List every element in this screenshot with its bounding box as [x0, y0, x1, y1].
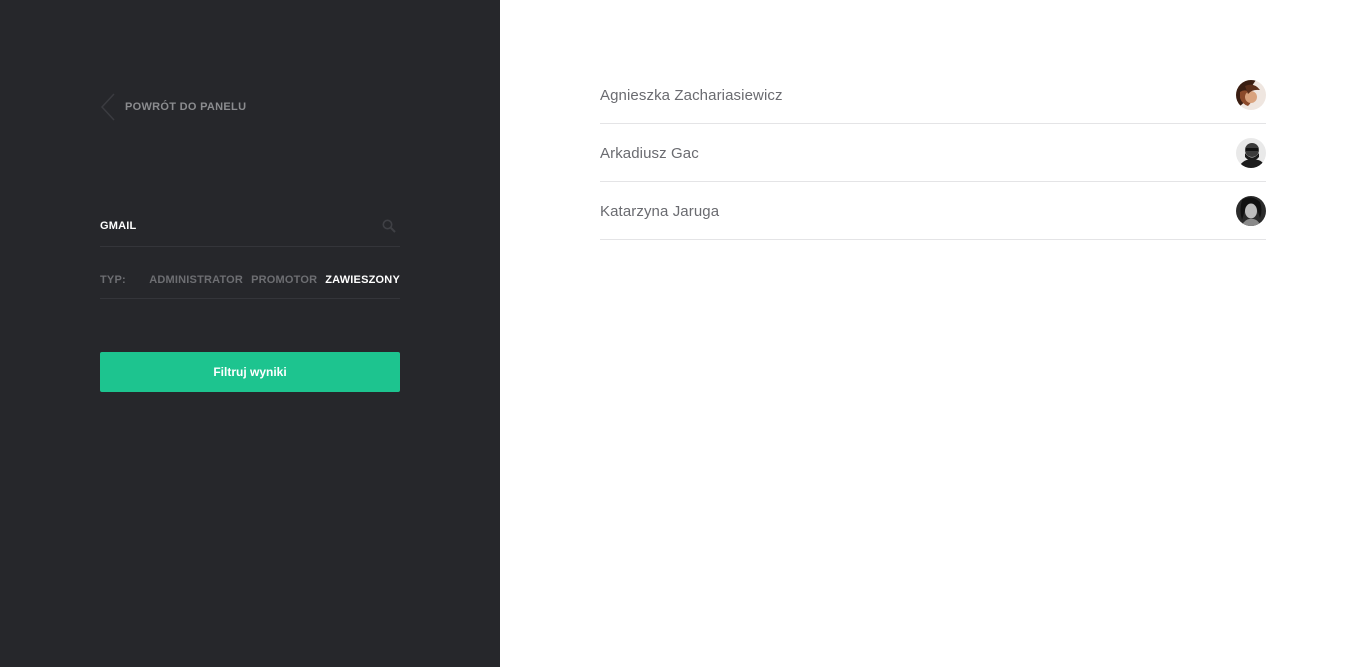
search-field [100, 206, 400, 247]
avatar [1236, 80, 1266, 110]
type-filter-label: TYP: [100, 274, 126, 286]
back-to-panel-label: POWRÓT DO PANELU [125, 101, 247, 113]
avatar [1236, 196, 1266, 226]
type-option-promotor[interactable]: PROMOTOR [251, 274, 317, 286]
type-filter: TYP: ADMINISTRATOR PROMOTOR ZAWIESZONY [100, 262, 400, 299]
filter-results-button[interactable]: Filtruj wyniki [100, 352, 400, 392]
filter-sidebar: POWRÓT DO PANELU TYP: ADMINISTRATOR PROM… [0, 0, 500, 667]
search-input[interactable] [100, 216, 370, 236]
user-row[interactable]: Katarzyna Jaruga [600, 182, 1266, 240]
back-to-panel-link[interactable]: POWRÓT DO PANELU [100, 93, 247, 121]
user-row[interactable]: Agnieszka Zachariasiewicz [600, 66, 1266, 124]
user-name: Agnieszka Zachariasiewicz [600, 87, 783, 104]
search-icon[interactable] [382, 219, 396, 233]
user-name: Arkadiusz Gac [600, 145, 699, 162]
type-option-zawieszony[interactable]: ZAWIESZONY [325, 274, 400, 286]
avatar [1236, 138, 1266, 168]
type-option-administrator[interactable]: ADMINISTRATOR [149, 274, 243, 286]
user-results-list: Agnieszka Zachariasiewicz Arkadiusz Gac [600, 66, 1266, 240]
user-name: Katarzyna Jaruga [600, 203, 720, 220]
chevron-left-icon [100, 93, 116, 121]
user-row[interactable]: Arkadiusz Gac [600, 124, 1266, 182]
app: POWRÓT DO PANELU TYP: ADMINISTRATOR PROM… [0, 0, 1366, 667]
